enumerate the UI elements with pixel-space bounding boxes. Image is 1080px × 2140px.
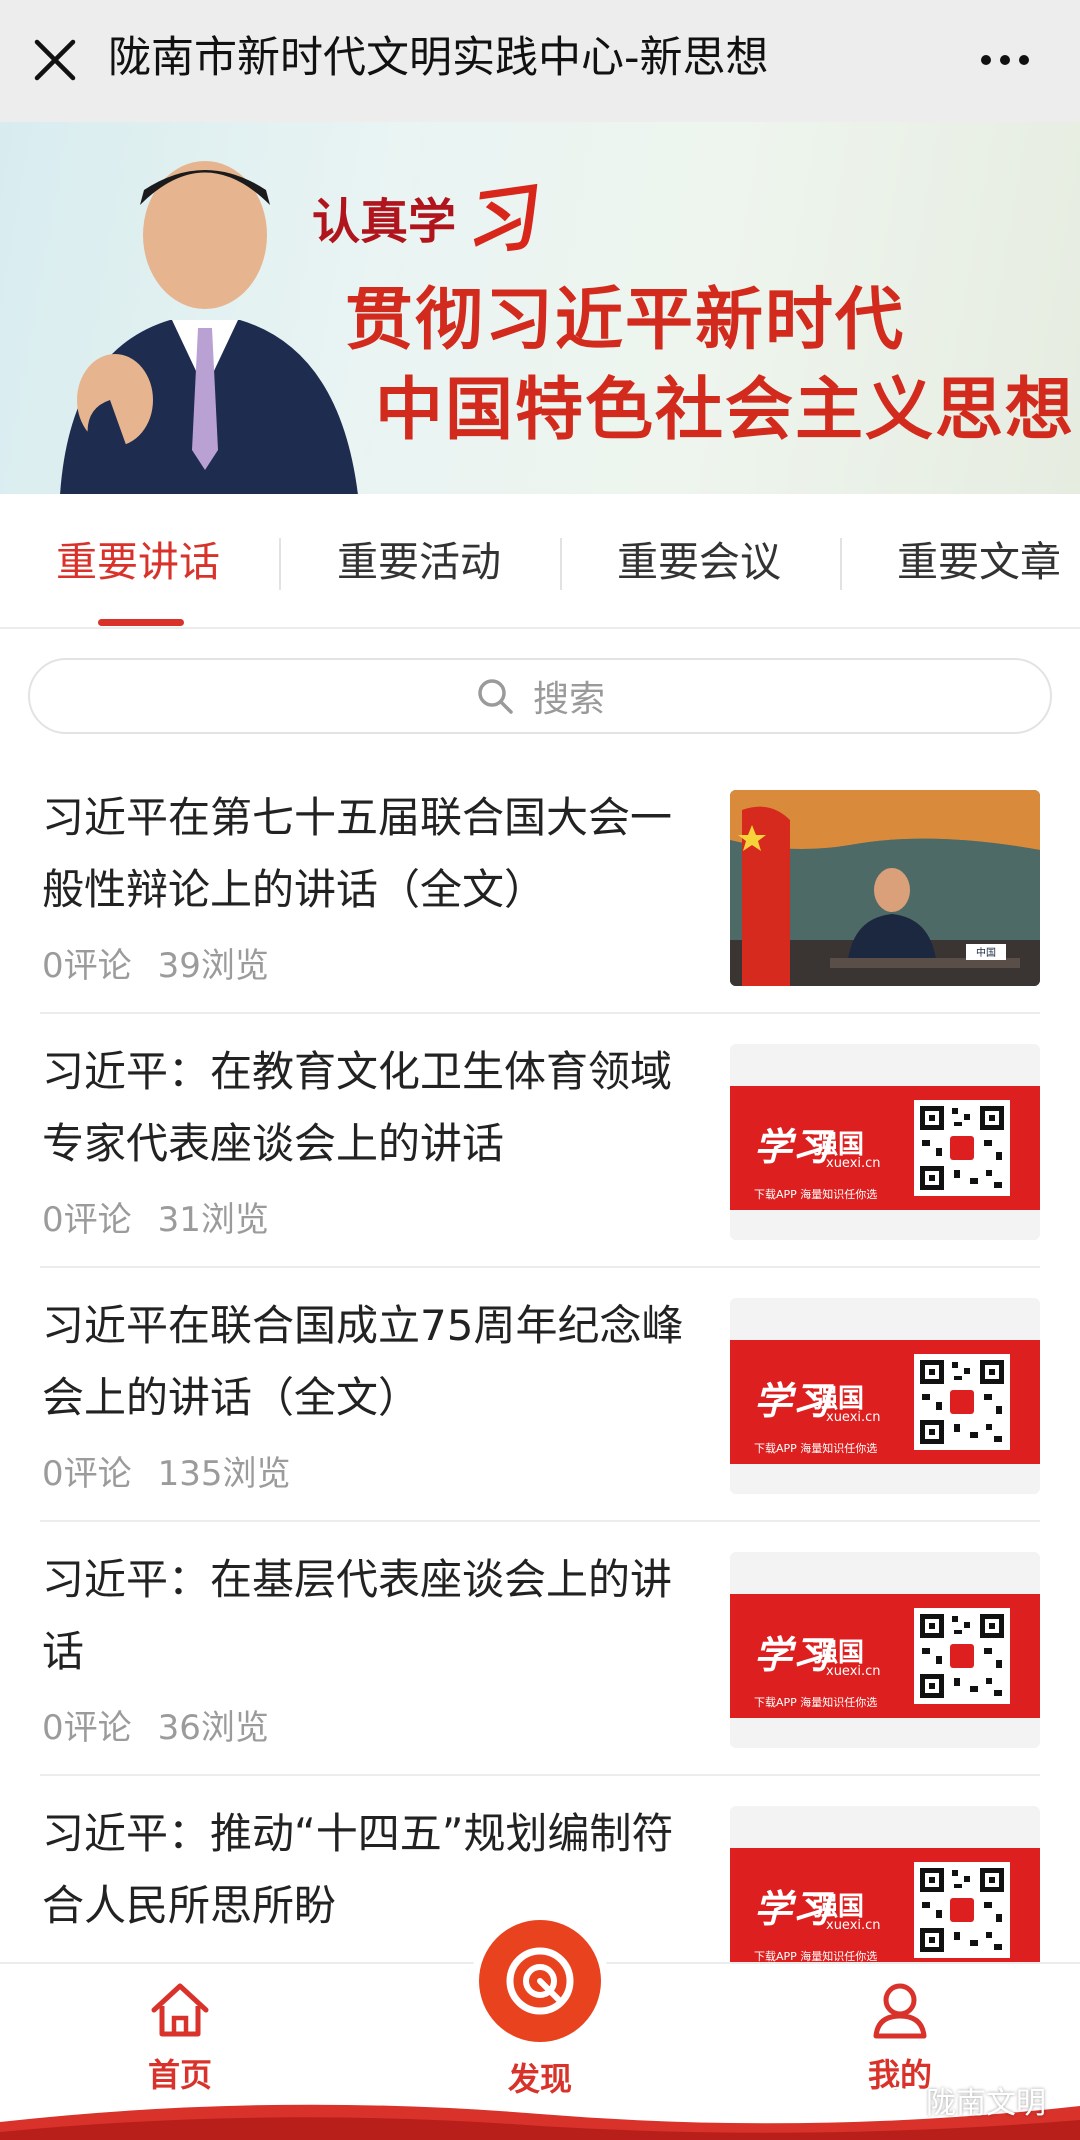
category-tabs: 重要讲话 重要活动 重要会议 重要文章 [0,494,1080,629]
article-title: 习近平在第七十五届联合国大会一般性辩论上的讲话（全文） [42,793,673,914]
country-nameplate: 中国 [976,946,996,959]
qr-code-icon [914,1862,1010,1958]
close-button[interactable] [30,30,80,90]
banner-headline-line1: 贯彻习近平新时代 [345,281,906,360]
nav-home-label: 首页 [147,2056,212,2094]
view-count: 135浏览 [157,1454,291,1494]
qr-code-icon [914,1608,1010,1704]
article-title: 习近平：推动“十四五”规划编制符合人民所思所盼 [42,1809,674,1930]
list-item[interactable]: 习近平：在基层代表座谈会上的讲话 0评论 36浏览 学习 强国 xuexi.cn … [40,1522,1040,1776]
xuexi-domain: xuexi.cn [826,1664,881,1679]
comment-count: 0评论 [42,1200,132,1240]
page-title: 陇南市新时代文明实践中心-新思想 [108,33,769,83]
view-count: 36浏览 [157,1708,269,1748]
article-meta: 0评论 39浏览 [42,938,269,987]
article-title: 习近平：在基层代表座谈会上的讲话 [42,1555,673,1676]
xuexi-domain: xuexi.cn [826,1156,881,1171]
tab-divider [279,538,281,590]
nav-discover-button[interactable] [479,1920,601,2042]
article-thumbnail: 学习 强国 xuexi.cn 下载APP 海量知识任你选 [730,1298,1040,1494]
qr-code-icon [914,1100,1010,1196]
xuexi-banner: 学习 强国 xuexi.cn 下载APP 海量知识任你选 [730,1848,1040,1972]
xuexi-domain: xuexi.cn [826,1410,881,1425]
list-item[interactable]: 习近平：在教育文化卫生体育领域专家代表座谈会上的讲话 0评论 31浏览 学习 强国… [40,1014,1040,1268]
xuexi-note: 下载APP 海量知识任你选 [754,1442,878,1455]
article-thumbnail: 学习 强国 xuexi.cn 下载APP 海量知识任你选 [730,1044,1040,1240]
xuexi-banner: 学习 强国 xuexi.cn 下载APP 海量知识任你选 [730,1086,1040,1210]
tab-important-speeches[interactable]: 重要讲话 [56,534,220,590]
hero-banner[interactable]: 认真学 习 贯彻习近平新时代 中国特色社会主义思想 [0,122,1080,494]
view-count: 39浏览 [157,946,269,986]
more-options-button[interactable] [970,35,1040,85]
more-dots-icon [981,55,991,65]
xuexi-domain: xuexi.cn [826,1918,881,1933]
banner-headline-line2: 中国特色社会主义思想 [375,371,1076,450]
article-title: 习近平在联合国成立75周年纪念峰会上的讲话（全文） [42,1301,684,1422]
article-meta: 0评论 135浏览 [42,1446,291,1495]
account-watermark: 陇南文明 [884,2078,1046,2122]
tab-important-meetings[interactable]: 重要会议 [617,534,781,590]
article-thumbnail: 中国 [730,790,1040,986]
list-item[interactable]: 习近平在第七十五届联合国大会一般性辩论上的讲话（全文） 0评论 39浏览 中国 [40,760,1040,1014]
comment-count: 0评论 [42,946,132,986]
discover-icon [506,1947,574,2015]
xuexi-note: 下载APP 海量知识任你选 [754,1696,878,1709]
comment-count: 0评论 [42,1708,132,1748]
article-meta: 0评论 31浏览 [42,1192,269,1241]
comment-count: 0评论 [42,1454,132,1494]
home-icon [151,1983,209,2037]
xuexi-note: 下载APP 海量知识任你选 [754,1188,878,1201]
list-item[interactable]: 习近平在联合国成立75周年纪念峰会上的讲话（全文） 0评论 135浏览 学习 强国… [40,1268,1040,1522]
close-icon [34,39,76,81]
watermark-text: 陇南文明 [926,2086,1046,2121]
wechat-icon [884,2086,917,2113]
xuexi-banner: 学习 强国 xuexi.cn 下载APP 海量知识任你选 [730,1340,1040,1464]
un-assembly-image: 中国 [730,790,1040,986]
xuexi-banner: 学习 强国 xuexi.cn 下载APP 海量知识任你选 [730,1594,1040,1718]
title-bar: 陇南市新时代文明实践中心-新思想 [0,0,1080,122]
article-title: 习近平：在教育文化卫生体育领域专家代表座谈会上的讲话 [42,1047,673,1168]
tab-important-activities[interactable]: 重要活动 [337,534,501,590]
bottom-navigation: 首页 发现 我的 陇南文明 [0,1920,1080,2140]
tab-important-articles[interactable]: 重要文章 [897,534,1061,590]
active-tab-indicator [98,619,184,626]
search-placeholder: 搜索 [532,679,605,720]
search-bar[interactable]: 搜索 [28,658,1052,734]
article-meta: 0评论 36浏览 [42,1700,269,1749]
search-icon [478,679,513,714]
tab-divider [840,538,842,590]
article-thumbnail: 学习 强国 xuexi.cn 下载APP 海量知识任你选 [730,1552,1040,1748]
qr-code-icon [914,1354,1010,1450]
user-icon [873,1983,927,2039]
tab-divider [560,538,562,590]
nav-home[interactable]: 首页 [110,1980,250,2096]
banner-kicker: 认真学 [312,194,457,250]
banner-kicker-script: 习 [457,173,541,268]
view-count: 31浏览 [157,1200,269,1240]
